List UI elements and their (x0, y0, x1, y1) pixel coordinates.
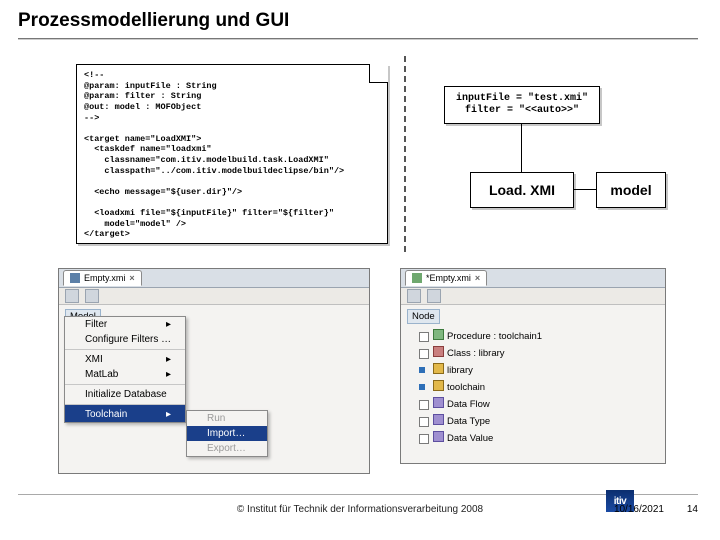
tab-label: Empty.xmi (84, 273, 125, 283)
tab-empty-xmi[interactable]: Empty.xmi × (63, 270, 142, 286)
footer-page-number: 14 (687, 504, 698, 515)
menu-item-toolchain[interactable]: Toolchain (65, 404, 185, 422)
tree-item[interactable]: library (419, 362, 659, 379)
param-line-1: inputFile = "test.xmi" (445, 93, 599, 105)
toolbar-button[interactable] (85, 289, 99, 303)
package-icon (433, 363, 444, 374)
footer-copyright: © Institut für Technik der Informationsv… (0, 504, 720, 515)
menu-item-xmi[interactable]: XMI (65, 349, 185, 367)
menu-item-configure-filters[interactable]: Configure Filters … (65, 332, 185, 347)
context-menu-secondary: Run Import… Export… (186, 410, 268, 457)
toolbar-button[interactable] (427, 289, 441, 303)
procedure-icon (433, 329, 444, 340)
tree-item[interactable]: Data Value (419, 430, 659, 447)
xmi-file-icon (412, 273, 422, 283)
toolbar-right (401, 288, 665, 305)
tabbar-left: Empty.xmi × (59, 269, 369, 288)
tree-list: Procedure : toolchain1 Class : library l… (407, 328, 659, 447)
param-box: inputFile = "test.xmi" filter = "<<auto>… (444, 86, 600, 124)
code-panel: <!-- @param: inputFile : String @param: … (76, 64, 388, 244)
slide: Prozessmodellierung und GUI <!-- @param:… (0, 0, 720, 540)
connector-horizontal (573, 189, 596, 190)
tree-item[interactable]: Procedure : toolchain1 (419, 328, 659, 345)
code-block: <!-- @param: inputFile : String @param: … (77, 65, 387, 245)
footer-date: 10/16/2021 (614, 504, 664, 515)
tabbar-right: *Empty.xmi × (401, 269, 665, 288)
package-icon (433, 380, 444, 391)
menu-item-filter[interactable]: Filter (65, 317, 185, 332)
page-title: Prozessmodellierung und GUI (18, 10, 289, 32)
vertical-dashed-divider (404, 56, 406, 252)
close-icon[interactable]: × (129, 273, 134, 283)
toolbar-button[interactable] (65, 289, 79, 303)
toolbar-left (59, 288, 369, 305)
node-loadxmi: Load. XMI (470, 172, 574, 208)
datatype-icon (433, 414, 444, 425)
tree-area-right: Node Procedure : toolchain1 Class : libr… (401, 305, 665, 473)
tree-item[interactable]: Data Type (419, 413, 659, 430)
class-icon (433, 346, 444, 357)
node-output: model (596, 172, 666, 208)
title-underline (18, 38, 698, 40)
tab-empty-xmi-modified[interactable]: *Empty.xmi × (405, 270, 487, 286)
tree-root-node[interactable]: Node (407, 309, 440, 324)
xmi-file-icon (70, 273, 80, 283)
submenu-item-import[interactable]: Import… (187, 426, 267, 441)
tree-item[interactable]: Class : library (419, 345, 659, 362)
tab-label: *Empty.xmi (426, 273, 471, 283)
dataflow-icon (433, 397, 444, 408)
param-line-2: filter = "<<auto>>" (445, 105, 599, 117)
menu-item-matlab[interactable]: MatLab (65, 367, 185, 382)
tree-item[interactable]: Data Flow (419, 396, 659, 413)
submenu-item-export: Export… (187, 441, 267, 456)
submenu-item-run: Run (187, 411, 267, 426)
datavalue-icon (433, 431, 444, 442)
context-menu-primary: Filter Configure Filters … XMI MatLab In… (64, 316, 186, 423)
tree-item[interactable]: toolchain (419, 379, 659, 396)
toolbar-button[interactable] (407, 289, 421, 303)
close-icon[interactable]: × (475, 273, 480, 283)
screenshot-right: *Empty.xmi × Node Procedure : toolchain1… (400, 268, 666, 464)
page-fold (369, 64, 388, 83)
menu-item-init-db[interactable]: Initialize Database (65, 384, 185, 402)
footer-divider (18, 494, 698, 495)
connector-vertical (521, 123, 522, 172)
